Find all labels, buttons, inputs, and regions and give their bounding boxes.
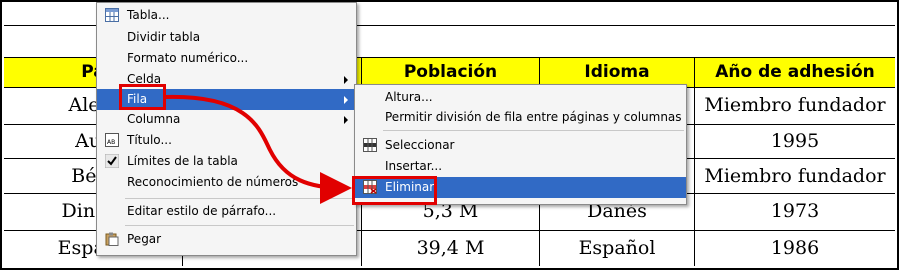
annotation-arrow-icon [165,94,352,204]
